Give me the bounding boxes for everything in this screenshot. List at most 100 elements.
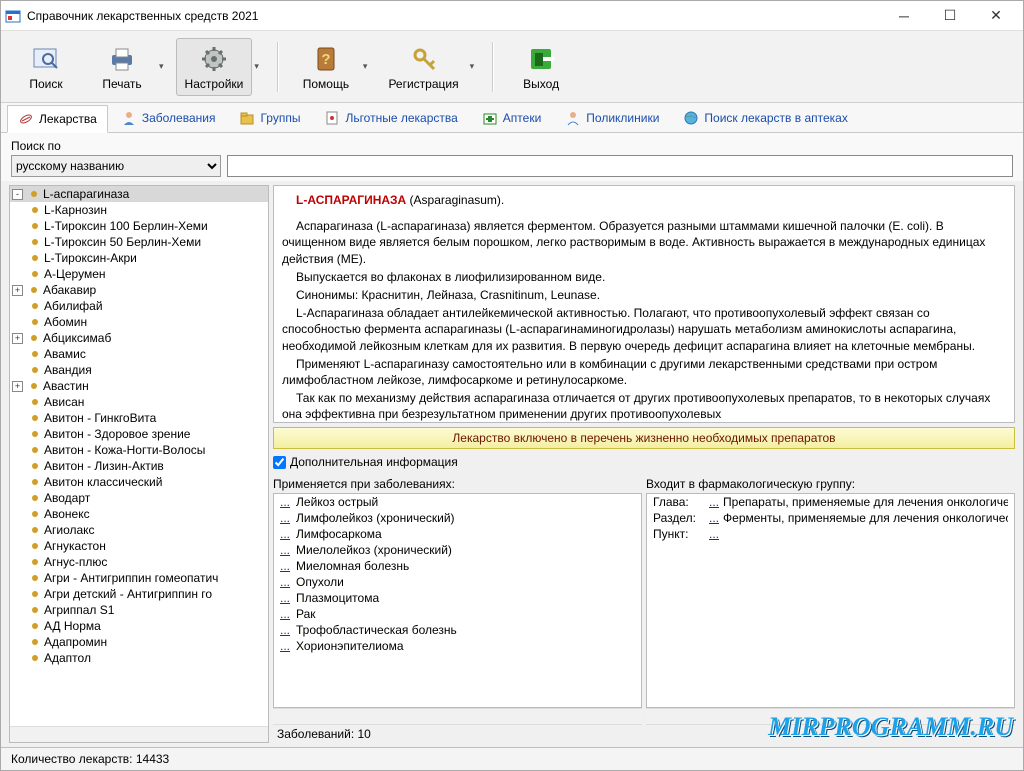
search-type-select[interactable]: русскому названию: [11, 155, 221, 177]
tab-groups[interactable]: Группы: [228, 104, 311, 132]
disease-item[interactable]: ...Миеломная болезнь: [274, 558, 641, 574]
key-icon: [408, 43, 440, 75]
tree-item[interactable]: Авамис: [10, 346, 268, 362]
disease-item[interactable]: ...Трофобластическая болезнь: [274, 622, 641, 638]
search-input[interactable]: [227, 155, 1013, 177]
tree-item[interactable]: L-Тироксин 100 Берлин-Хеми: [10, 218, 268, 234]
tab-pharmsearch[interactable]: Поиск лекарств в аптеках: [672, 104, 858, 132]
expand-icon[interactable]: +: [12, 333, 23, 344]
tab-pharmacies[interactable]: Аптеки: [471, 104, 553, 132]
link-dots[interactable]: ...: [709, 527, 719, 541]
tree-item[interactable]: L-Карнозин: [10, 202, 268, 218]
tree-item[interactable]: Агнукастон: [10, 538, 268, 554]
link-dots[interactable]: ...: [280, 591, 290, 605]
window-title: Справочник лекарственных средств 2021: [27, 9, 881, 23]
extra-info-checkbox[interactable]: Дополнительная информация: [273, 453, 1015, 471]
disease-item[interactable]: ...Лейкоз острый: [274, 494, 641, 510]
disease-item[interactable]: ...Хорионэпителиома: [274, 638, 641, 654]
tree-item[interactable]: L-Тироксин-Акри: [10, 250, 268, 266]
drug-tree[interactable]: -L-аспарагиназаL-КарнозинL-Тироксин 100 …: [10, 186, 268, 726]
group-panel: Входит в фармакологическую группу: Глава…: [646, 475, 1015, 743]
tree-item[interactable]: Агриппал S1: [10, 602, 268, 618]
bullet-icon: [32, 239, 38, 245]
link-dots[interactable]: ...: [280, 511, 290, 525]
tree-item[interactable]: Авитон классический: [10, 474, 268, 490]
tree-item[interactable]: Адаптол: [10, 650, 268, 666]
tree-item[interactable]: L-Тироксин 50 Берлин-Хеми: [10, 234, 268, 250]
bullet-icon: [32, 575, 38, 581]
tab-diseases[interactable]: Заболевания: [110, 104, 227, 132]
maximize-button[interactable]: ☐: [927, 1, 973, 31]
tree-item[interactable]: -L-аспарагиназа: [10, 186, 268, 202]
tree-item-label: Авитон - ГинкгоВита: [44, 411, 156, 425]
toolbar-exit-button[interactable]: Выход: [506, 38, 576, 96]
disease-item[interactable]: ...Миелолейкоз (хронический): [274, 542, 641, 558]
tab-privileged[interactable]: Льготные лекарства: [313, 104, 468, 132]
tree-item[interactable]: А-Церумен: [10, 266, 268, 282]
disease-item[interactable]: ...Опухоли: [274, 574, 641, 590]
tree-item-label: Абакавир: [43, 283, 96, 297]
close-button[interactable]: ✕: [973, 1, 1019, 31]
search-bar: Поиск по русскому названию: [1, 133, 1023, 181]
group-hscroll[interactable]: [646, 708, 1015, 724]
expand-icon[interactable]: +: [12, 285, 23, 296]
description-box[interactable]: L-АСПАРАГИНАЗА (Asparaginasum). Аспараги…: [273, 185, 1015, 423]
toolbar-search-button[interactable]: Поиск: [11, 38, 81, 96]
chevron-down-icon[interactable]: ▾: [363, 61, 368, 72]
tree-item[interactable]: Агнус-плюс: [10, 554, 268, 570]
disease-item[interactable]: ...Плазмоцитома: [274, 590, 641, 606]
tree-item[interactable]: Авитон - Здоровое зрение: [10, 426, 268, 442]
tree-item[interactable]: Авандия: [10, 362, 268, 378]
vital-drug-banner: Лекарство включено в перечень жизненно н…: [273, 427, 1015, 449]
link-dots[interactable]: ...: [709, 511, 719, 525]
link-dots[interactable]: ...: [280, 575, 290, 589]
minimize-button[interactable]: ─: [881, 1, 927, 31]
tree-item[interactable]: Ависан: [10, 394, 268, 410]
tree-item[interactable]: Агри детский - Антигриппин го: [10, 586, 268, 602]
diseases-hscroll[interactable]: [273, 708, 642, 724]
link-dots[interactable]: ...: [280, 527, 290, 541]
toolbar-settings-button[interactable]: Настройки: [176, 38, 253, 96]
toolbar-print-button[interactable]: Печать: [87, 38, 157, 96]
tree-item[interactable]: Авитон - Лизин-Актив: [10, 458, 268, 474]
tree-item[interactable]: +Авастин: [10, 378, 268, 394]
disease-item[interactable]: ...Рак: [274, 606, 641, 622]
gear-icon: [198, 43, 230, 75]
chevron-down-icon[interactable]: ▾: [159, 61, 164, 72]
group-row: Раздел:...Ферменты, применяемые для лече…: [647, 510, 1014, 526]
chevron-down-icon[interactable]: ▾: [470, 61, 475, 72]
disease-item[interactable]: ...Лимфосаркома: [274, 526, 641, 542]
tree-item[interactable]: Авитон - ГинкгоВита: [10, 410, 268, 426]
group-list[interactable]: Глава:...Препараты, применяемые для лече…: [646, 493, 1015, 708]
tree-item[interactable]: Агри - Антигриппин гомеопатич: [10, 570, 268, 586]
tree-item[interactable]: Абилифай: [10, 298, 268, 314]
bullet-icon: [32, 511, 38, 517]
tree-item[interactable]: Абомин: [10, 314, 268, 330]
tree-item[interactable]: Агиолакс: [10, 522, 268, 538]
tree-item[interactable]: Авонекс: [10, 506, 268, 522]
link-dots[interactable]: ...: [280, 543, 290, 557]
link-dots[interactable]: ...: [280, 607, 290, 621]
tree-item[interactable]: АД Норма: [10, 618, 268, 634]
tree-item[interactable]: Аводарт: [10, 490, 268, 506]
chevron-down-icon[interactable]: ▾: [254, 61, 259, 72]
diseases-list[interactable]: ...Лейкоз острый...Лимфолейкоз (хроничес…: [273, 493, 642, 708]
tree-hscroll[interactable]: [10, 726, 268, 742]
expand-icon[interactable]: +: [12, 381, 23, 392]
link-dots[interactable]: ...: [709, 495, 719, 509]
folder-icon: [239, 110, 255, 126]
toolbar-help-button[interactable]: ? Помощь: [291, 38, 361, 96]
disease-item[interactable]: ...Лимфолейкоз (хронический): [274, 510, 641, 526]
collapse-icon[interactable]: -: [12, 189, 23, 200]
link-dots[interactable]: ...: [280, 639, 290, 653]
tree-item[interactable]: +Абциксимаб: [10, 330, 268, 346]
tab-drugs[interactable]: Лекарства: [7, 105, 108, 133]
tree-item[interactable]: Адапромин: [10, 634, 268, 650]
toolbar-register-button[interactable]: Регистрация: [379, 38, 467, 96]
link-dots[interactable]: ...: [280, 559, 290, 573]
link-dots[interactable]: ...: [280, 495, 290, 509]
tab-clinics[interactable]: Поликлиники: [554, 104, 670, 132]
tree-item[interactable]: + Абакавир: [10, 282, 268, 298]
tree-item[interactable]: Авитон - Кожа-Ногти-Волосы: [10, 442, 268, 458]
link-dots[interactable]: ...: [280, 623, 290, 637]
